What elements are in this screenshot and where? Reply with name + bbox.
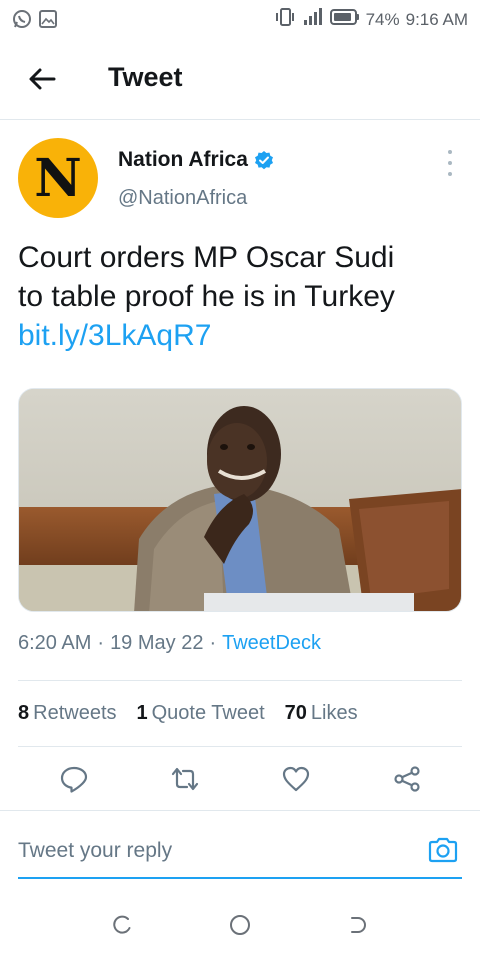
more-dot bbox=[448, 150, 452, 154]
status-left-icons bbox=[12, 9, 58, 34]
status-time: 9:16 AM bbox=[405, 9, 468, 29]
retweets-count: 8 bbox=[18, 702, 30, 724]
app-header: Tweet bbox=[0, 36, 480, 120]
nav-back-button[interactable] bbox=[337, 905, 377, 945]
quote-tweets-count: 1 bbox=[136, 702, 148, 724]
meta-separator: · bbox=[97, 632, 105, 654]
retweet-icon bbox=[171, 767, 198, 791]
whatsapp-icon bbox=[12, 9, 32, 34]
tweet-media-image[interactable] bbox=[18, 388, 462, 612]
reply-input[interactable] bbox=[18, 825, 462, 879]
recents-icon bbox=[112, 915, 131, 934]
likes-stat[interactable]: 70 Likes bbox=[285, 702, 358, 725]
retweets-stat[interactable]: 8 Retweets bbox=[18, 702, 117, 725]
nav-home-button[interactable] bbox=[220, 905, 260, 945]
nav-recents-button[interactable] bbox=[103, 905, 143, 945]
author-name[interactable]: Nation Africa bbox=[118, 148, 274, 172]
tweet-text-line: Court orders MP Oscar Sudi bbox=[18, 241, 395, 274]
camera-icon bbox=[428, 837, 458, 863]
battery-percent: 74% bbox=[365, 9, 400, 29]
vibrate-icon bbox=[274, 6, 296, 33]
page-title: Tweet bbox=[108, 62, 183, 92]
battery-icon bbox=[329, 8, 360, 31]
back-nav-icon bbox=[351, 917, 367, 933]
author-handle[interactable]: @NationAfrica bbox=[118, 187, 247, 210]
system-nav-bar bbox=[0, 890, 480, 960]
meta-separator: · bbox=[209, 632, 217, 654]
back-button[interactable] bbox=[22, 62, 62, 96]
more-options-button[interactable] bbox=[442, 150, 458, 176]
quote-tweets-label: Quote Tweet bbox=[151, 702, 265, 724]
avatar-letter: N bbox=[34, 148, 82, 209]
stats-row: 8 Retweets 1 Quote Tweet 70 Likes bbox=[18, 680, 462, 747]
reply-icon bbox=[60, 766, 87, 793]
reply-bar bbox=[0, 810, 480, 890]
home-circle-icon bbox=[229, 915, 250, 935]
tweet-meta: 6:20 AM · 19 May 22 · TweetDeck bbox=[18, 632, 321, 655]
actions-row bbox=[18, 747, 462, 811]
news-photo bbox=[19, 389, 461, 611]
signal-icon bbox=[302, 7, 324, 32]
retweets-label: Retweets bbox=[33, 702, 117, 724]
avatar[interactable]: N bbox=[18, 138, 98, 218]
share-button[interactable] bbox=[387, 759, 427, 799]
likes-label: Likes bbox=[310, 702, 358, 724]
verified-icon bbox=[254, 150, 274, 170]
tweet-source[interactable]: TweetDeck bbox=[222, 632, 321, 655]
author-row: N Nation Africa @NationAfrica bbox=[18, 138, 462, 220]
author-name-text: Nation Africa bbox=[118, 148, 248, 171]
status-bar: 74% 9:16 AM bbox=[0, 0, 480, 36]
tweet-text-line: to table proof he is in Turkey bbox=[18, 280, 395, 313]
more-dot bbox=[448, 172, 452, 176]
more-dot bbox=[448, 161, 452, 165]
tweet-time: 6:20 AM bbox=[18, 632, 92, 654]
likes-count: 70 bbox=[284, 702, 307, 724]
tweet-date: 19 May 22 bbox=[110, 632, 204, 654]
like-button[interactable] bbox=[276, 759, 316, 799]
reply-button[interactable] bbox=[54, 759, 94, 799]
tweet-link[interactable]: bit.ly/3LkAqR7 bbox=[18, 316, 462, 355]
camera-button[interactable] bbox=[426, 833, 460, 867]
retweet-button[interactable] bbox=[165, 759, 205, 799]
image-icon bbox=[38, 9, 58, 34]
share-icon bbox=[393, 766, 420, 792]
status-right: 74% 9:16 AM bbox=[274, 6, 468, 33]
quote-tweets-stat[interactable]: 1 Quote Tweet bbox=[137, 702, 265, 725]
tweet-text: Court orders MP Oscar Sudi to table proo… bbox=[18, 238, 462, 355]
arrow-left-icon bbox=[29, 68, 56, 90]
like-icon bbox=[282, 766, 309, 792]
